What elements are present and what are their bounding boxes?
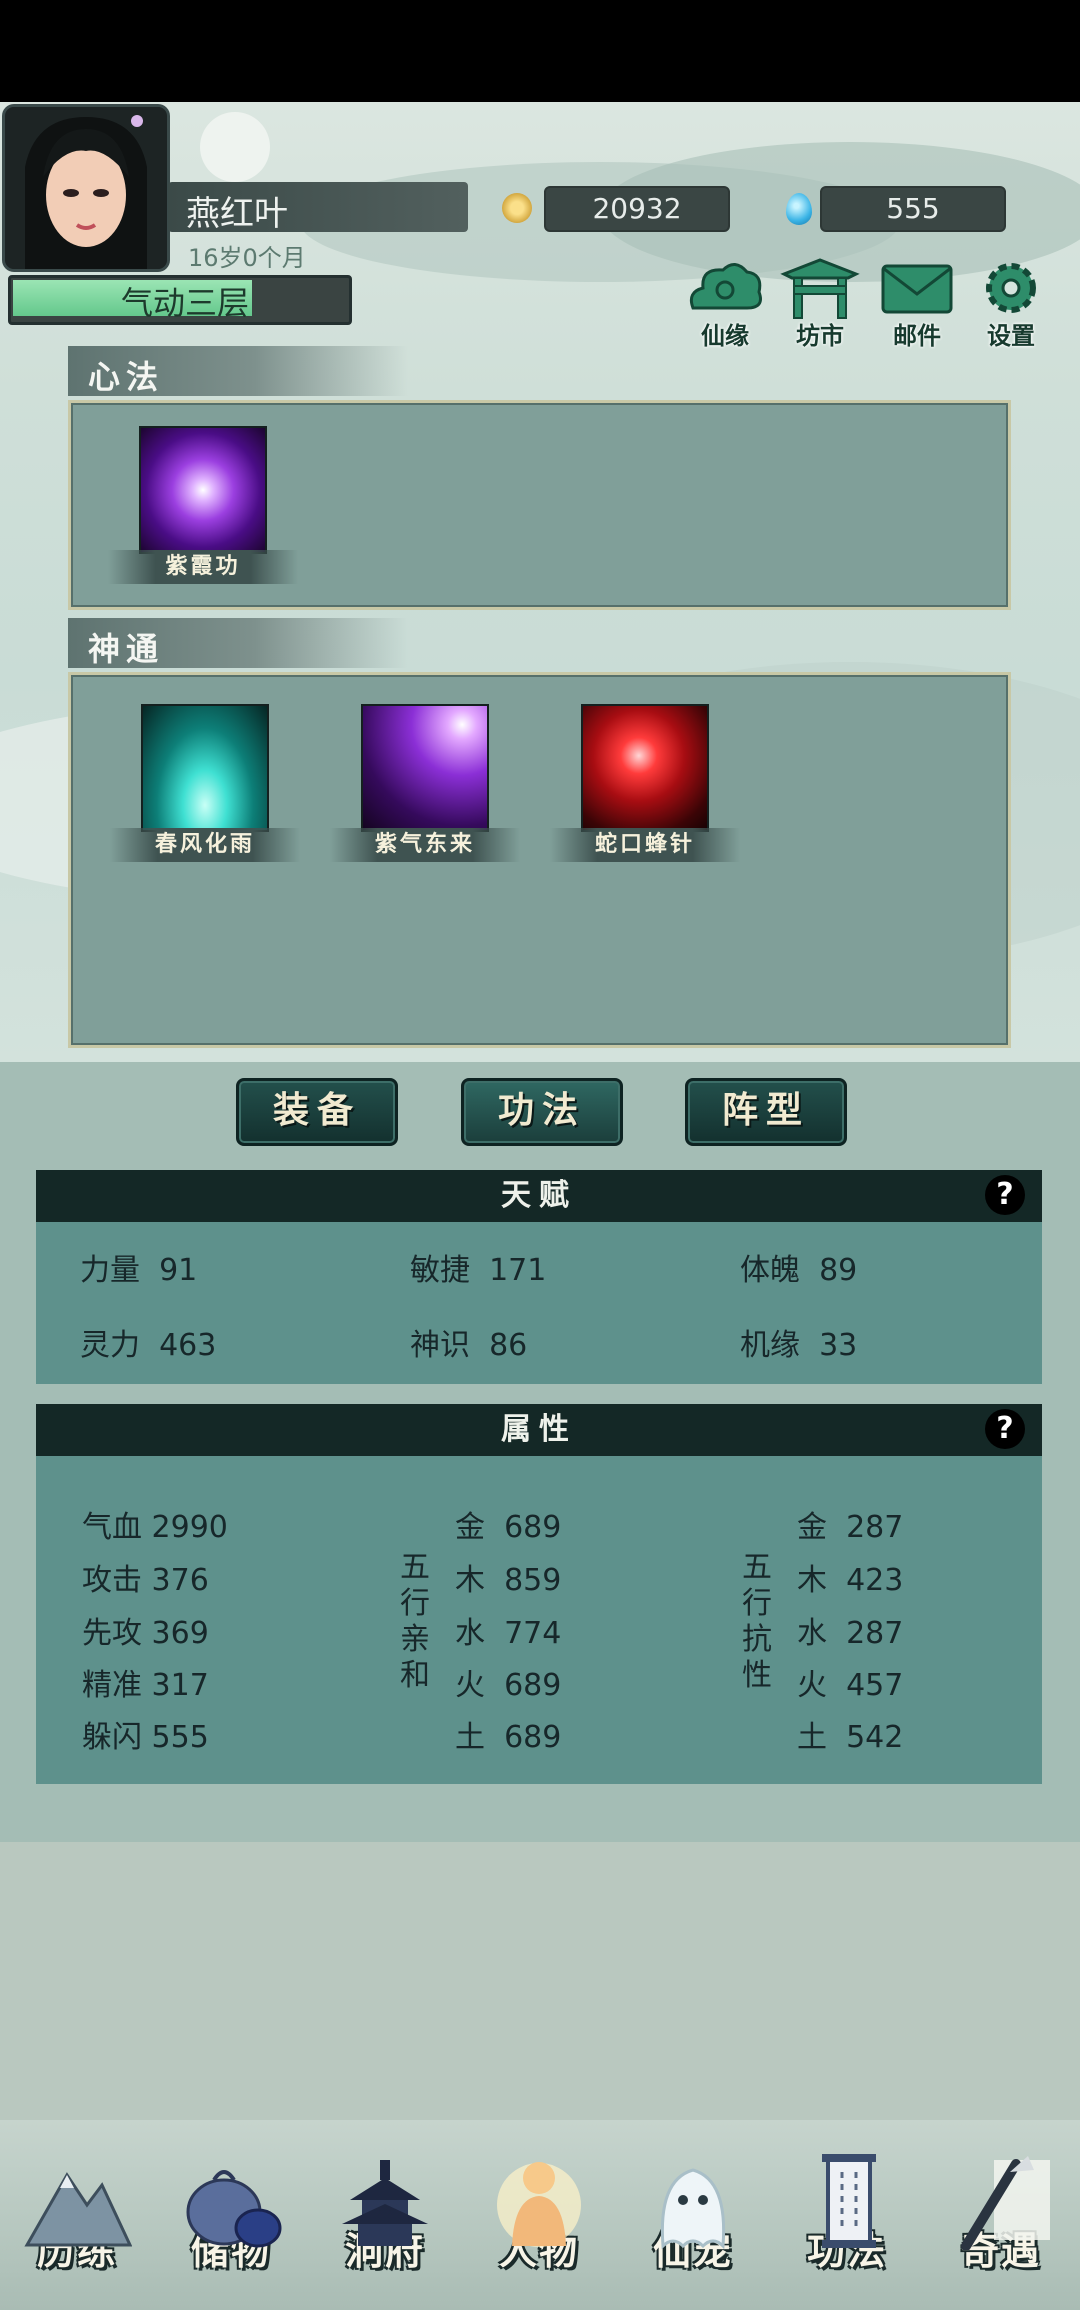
gear-icon — [971, 256, 1051, 320]
coin-icon — [502, 193, 532, 223]
tab-formation-label: 阵型 — [721, 1090, 810, 1131]
brush-icon — [946, 2150, 1056, 2251]
tab-skills-label: 功法 — [497, 1090, 586, 1131]
attribute-header: 属性 — [36, 1404, 1042, 1456]
character-portrait-icon — [5, 107, 167, 269]
affinity-stat: 土 689 — [455, 1720, 562, 1755]
shentong-header: 神通 — [68, 618, 408, 668]
attribute-stat: 气血 2990 — [82, 1510, 228, 1545]
nav-skills[interactable]: 功法 — [772, 2150, 922, 2275]
pagoda-icon — [330, 2150, 440, 2250]
red-needle-icon — [581, 704, 709, 832]
affinity-label: 五行亲和 — [400, 1550, 430, 1693]
market-gate-icon — [780, 256, 860, 320]
talent-stat: 机缘 33 — [740, 1328, 858, 1363]
xianyuan-label: 仙缘 — [701, 322, 749, 350]
nav-pet[interactable]: 仙宠 — [618, 2150, 768, 2275]
settings-label: 设置 — [987, 322, 1035, 350]
shentong-skill-3[interactable]: 蛇口蜂针 — [550, 704, 740, 862]
tab-skills[interactable]: 功法 — [461, 1078, 623, 1146]
mail-label: 邮件 — [893, 322, 941, 350]
player-name: 燕红叶 — [186, 194, 288, 234]
nav-training[interactable]: 历练 — [2, 2150, 152, 2275]
tab-equipment[interactable]: 装备 — [236, 1078, 398, 1146]
attribute-stat: 攻击 376 — [82, 1563, 209, 1598]
affinity-stat: 木 859 — [455, 1563, 562, 1598]
purple-light-icon — [361, 704, 489, 832]
xinfa-title: 心法 — [88, 358, 165, 396]
shentong-skill-1-name: 春风化雨 — [110, 828, 300, 862]
xinfa-skill[interactable]: 紫霞功 — [108, 426, 298, 584]
tab-equipment-label: 装备 — [272, 1090, 361, 1131]
talent-stat: 神识 86 — [410, 1328, 528, 1363]
avatar[interactable] — [2, 104, 170, 272]
status-bar — [0, 0, 1080, 102]
settings-button[interactable]: 设置 — [966, 256, 1056, 351]
xinfa-header: 心法 — [68, 346, 408, 396]
person-icon — [484, 2150, 594, 2250]
nav-adventure[interactable]: 奇遇 — [926, 2150, 1076, 2275]
spirit-stone-icon — [786, 193, 812, 225]
purple-vortex-icon — [139, 426, 267, 554]
realm-label: 气动三层 — [120, 284, 249, 322]
affinity-stat: 金 689 — [455, 1510, 562, 1545]
shentong-skill-2-name: 紫气东来 — [330, 828, 520, 862]
attribute-title: 属性 — [501, 1412, 577, 1447]
talent-help-button[interactable]: ? — [985, 1175, 1025, 1215]
mountain-icon — [22, 2150, 133, 2250]
resistance-stat: 木 423 — [797, 1563, 904, 1598]
affinity-stat: 火 689 — [455, 1668, 562, 1703]
mail-icon — [877, 256, 957, 320]
gem-count: 555 — [886, 192, 940, 225]
player-age: 16岁0个月 — [188, 244, 306, 272]
tab-formation[interactable]: 阵型 — [685, 1078, 847, 1146]
shentong-skill-1[interactable]: 春风化雨 — [110, 704, 300, 862]
shentong-title: 神通 — [88, 630, 165, 668]
talent-stat: 力量 91 — [80, 1253, 198, 1288]
talent-header: 天赋 — [36, 1170, 1042, 1222]
ghost-pet-icon — [638, 2150, 748, 2250]
market-label: 坊市 — [796, 322, 844, 350]
xianyuan-button[interactable]: 仙缘 — [680, 256, 770, 351]
resistance-label: 五行抗性 — [742, 1550, 772, 1693]
nav-character[interactable]: 人物 — [464, 2150, 614, 2275]
cloud-icon — [685, 256, 765, 320]
market-button[interactable]: 坊市 — [775, 256, 865, 351]
shentong-skill-2[interactable]: 紫气东来 — [330, 704, 520, 862]
resistance-stat: 水 287 — [797, 1616, 904, 1651]
talent-stat: 灵力 463 — [80, 1328, 217, 1363]
nav-cave[interactable]: 洞府 — [310, 2150, 460, 2275]
affinity-stat: 水 774 — [455, 1616, 562, 1651]
nav-storage[interactable]: 储物 — [156, 2150, 306, 2275]
coin-count: 20932 — [592, 192, 682, 225]
attribute-stat: 精准 317 — [82, 1668, 209, 1703]
cyan-rain-icon — [141, 704, 269, 832]
talent-stat: 敏捷 171 — [410, 1253, 547, 1288]
xinfa-skill-name: 紫霞功 — [108, 550, 298, 584]
resistance-stat: 火 457 — [797, 1668, 904, 1703]
bag-icon — [176, 2150, 286, 2250]
mail-button[interactable]: 邮件 — [872, 256, 962, 351]
attribute-stat: 躲闪 555 — [82, 1720, 209, 1755]
resistance-stat: 土 542 — [797, 1720, 904, 1755]
resistance-stat: 金 287 — [797, 1510, 904, 1545]
scroll-icon — [792, 2150, 902, 2250]
attribute-help-button[interactable]: ? — [985, 1409, 1025, 1449]
talent-stat: 体魄 89 — [740, 1253, 858, 1288]
shentong-skill-3-name: 蛇口蜂针 — [550, 828, 740, 862]
attribute-stat: 先攻 369 — [82, 1616, 209, 1651]
talent-title: 天赋 — [501, 1178, 577, 1213]
